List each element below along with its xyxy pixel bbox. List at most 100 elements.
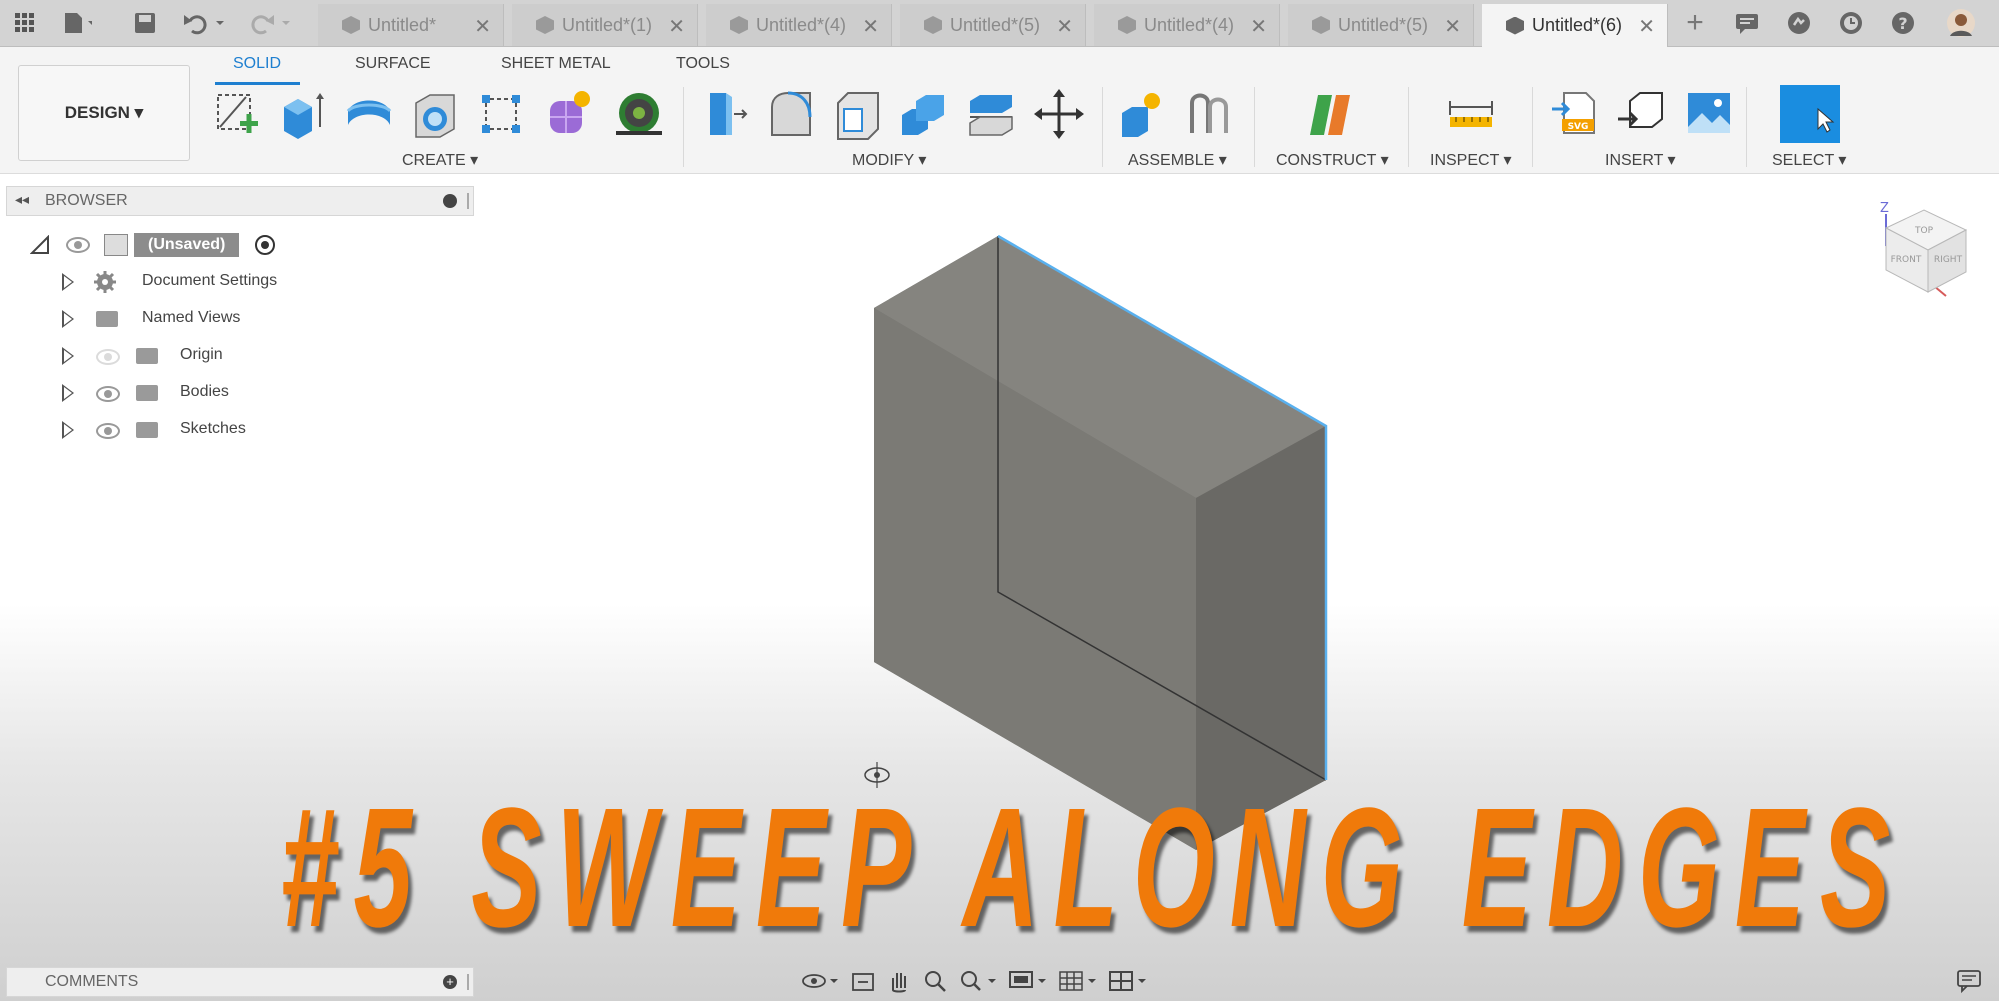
- display-settings-icon[interactable]: [1008, 968, 1048, 994]
- viewports-icon[interactable]: [1108, 968, 1148, 994]
- fillet-icon[interactable]: [766, 87, 816, 141]
- file-menu-icon[interactable]: [62, 8, 92, 38]
- save-icon[interactable]: [130, 8, 160, 38]
- close-icon[interactable]: ✕: [1638, 14, 1655, 39]
- expand-icon[interactable]: [62, 384, 74, 402]
- insert-mesh-icon[interactable]: [1616, 87, 1666, 141]
- add-comment-icon[interactable]: +: [443, 975, 457, 989]
- orbit-icon[interactable]: [800, 968, 840, 994]
- panel-resize-handle[interactable]: [467, 193, 469, 209]
- form-icon[interactable]: [544, 87, 594, 141]
- workspace-dropdown[interactable]: DESIGN ▾: [18, 65, 190, 161]
- document-tab[interactable]: Untitled*(5) ✕: [900, 4, 1086, 46]
- inspect-menu[interactable]: INSPECT ▾: [1430, 150, 1512, 170]
- create-sketch-icon[interactable]: [212, 87, 262, 141]
- browser-root-row[interactable]: (Unsaved): [30, 230, 276, 260]
- assemble-menu[interactable]: ASSEMBLE ▾: [1128, 150, 1227, 170]
- select-menu[interactable]: SELECT ▾: [1772, 150, 1846, 170]
- folder-icon: [136, 348, 158, 364]
- redo-icon[interactable]: [246, 8, 296, 38]
- create-menu[interactable]: CREATE ▾: [402, 150, 478, 170]
- svg-text:TOP: TOP: [1914, 226, 1934, 236]
- document-tab[interactable]: Untitled*(4) ✕: [1094, 4, 1280, 46]
- expand-icon[interactable]: [62, 347, 74, 365]
- document-tab[interactable]: Untitled*(5) ✕: [1288, 4, 1474, 46]
- visibility-eye-icon[interactable]: [96, 386, 120, 402]
- avatar[interactable]: [1946, 8, 1976, 38]
- separator: [1746, 87, 1747, 167]
- insert-svg-icon[interactable]: SVG: [1550, 87, 1600, 141]
- tab-tools[interactable]: TOOLS: [676, 55, 730, 73]
- job-status-icon[interactable]: [1784, 8, 1814, 38]
- view-cube[interactable]: Z TOP FRONT RIGHT: [1866, 196, 1976, 316]
- expand-icon[interactable]: [62, 273, 74, 291]
- look-at-icon[interactable]: [850, 968, 876, 994]
- clock-icon[interactable]: [1836, 8, 1866, 38]
- document-tab-active[interactable]: Untitled*(6) ✕: [1482, 4, 1668, 47]
- collapse-panel-icon[interactable]: ◂◂: [15, 191, 29, 208]
- undo-icon[interactable]: [180, 8, 230, 38]
- expand-icon[interactable]: [62, 310, 74, 328]
- joint-icon[interactable]: [1184, 87, 1234, 141]
- grid-settings-icon[interactable]: [1058, 968, 1098, 994]
- new-tab-icon[interactable]: +: [1680, 6, 1710, 39]
- measure-icon[interactable]: [1446, 87, 1496, 141]
- separator: [1532, 87, 1533, 167]
- browser-panel-header: ◂◂ BROWSER: [6, 186, 474, 216]
- minimize-icon[interactable]: [443, 194, 457, 208]
- close-icon[interactable]: ✕: [668, 14, 685, 39]
- visibility-eye-icon[interactable]: [66, 237, 90, 253]
- new-component-icon[interactable]: [1118, 87, 1168, 141]
- panel-resize-handle[interactable]: [467, 974, 469, 990]
- svg-text:RIGHT: RIGHT: [1934, 255, 1963, 265]
- svg-text:Z: Z: [1880, 201, 1889, 216]
- close-icon[interactable]: ✕: [1444, 14, 1461, 39]
- pan-hand-icon[interactable]: [886, 968, 912, 994]
- app-grid-icon[interactable]: [10, 8, 40, 38]
- comments-panel: COMMENTS +: [6, 967, 474, 997]
- canvas-image-icon[interactable]: [1684, 87, 1734, 141]
- move-icon[interactable]: [1034, 87, 1084, 141]
- tab-sheet-metal[interactable]: SHEET METAL: [501, 55, 611, 73]
- help-icon[interactable]: ?: [1888, 8, 1918, 38]
- combine-icon[interactable]: [898, 87, 948, 141]
- separator: [683, 87, 684, 167]
- expanded-icon[interactable]: [30, 235, 50, 255]
- zoom-icon[interactable]: [922, 968, 948, 994]
- document-tab[interactable]: Untitled* ✕: [318, 4, 504, 46]
- visibility-eye-icon[interactable]: [96, 423, 120, 439]
- generative-design-icon[interactable]: [614, 87, 664, 141]
- insert-menu[interactable]: INSERT ▾: [1605, 150, 1676, 170]
- close-icon[interactable]: ✕: [474, 14, 491, 39]
- document-tab[interactable]: Untitled*(4) ✕: [706, 4, 892, 46]
- document-tab[interactable]: Untitled*(1) ✕: [512, 4, 698, 46]
- offset-plane-icon[interactable]: [1306, 87, 1356, 141]
- hidden-eye-icon[interactable]: [96, 349, 120, 365]
- select-tool-button[interactable]: [1780, 85, 1840, 143]
- construct-menu[interactable]: CONSTRUCT ▾: [1276, 150, 1389, 170]
- box-body[interactable]: [860, 230, 1340, 850]
- activate-radio-icon[interactable]: [255, 235, 276, 255]
- svg-text:FRONT: FRONT: [1891, 255, 1922, 265]
- modify-menu[interactable]: MODIFY ▾: [852, 150, 926, 170]
- tab-surface[interactable]: SURFACE: [355, 55, 431, 73]
- expand-icon[interactable]: [62, 421, 74, 439]
- close-icon[interactable]: ✕: [1250, 14, 1267, 39]
- separator: [1408, 87, 1409, 167]
- root-component-label: (Unsaved): [134, 233, 240, 257]
- hole-icon[interactable]: [410, 87, 460, 141]
- extrude-icon[interactable]: [278, 87, 328, 141]
- close-icon[interactable]: ✕: [1056, 14, 1073, 39]
- pattern-icon[interactable]: [476, 87, 526, 141]
- tab-solid[interactable]: SOLID: [233, 55, 281, 73]
- folder-icon: [136, 385, 158, 401]
- chat-icon[interactable]: [1732, 8, 1762, 38]
- revolve-icon[interactable]: [344, 87, 394, 141]
- text-commands-icon[interactable]: [1956, 968, 1986, 994]
- fit-view-icon[interactable]: [958, 968, 998, 994]
- split-body-icon[interactable]: [966, 87, 1016, 141]
- document-icon: [924, 16, 942, 34]
- shell-icon[interactable]: [832, 87, 882, 141]
- close-icon[interactable]: ✕: [862, 14, 879, 39]
- press-pull-icon[interactable]: [700, 87, 750, 141]
